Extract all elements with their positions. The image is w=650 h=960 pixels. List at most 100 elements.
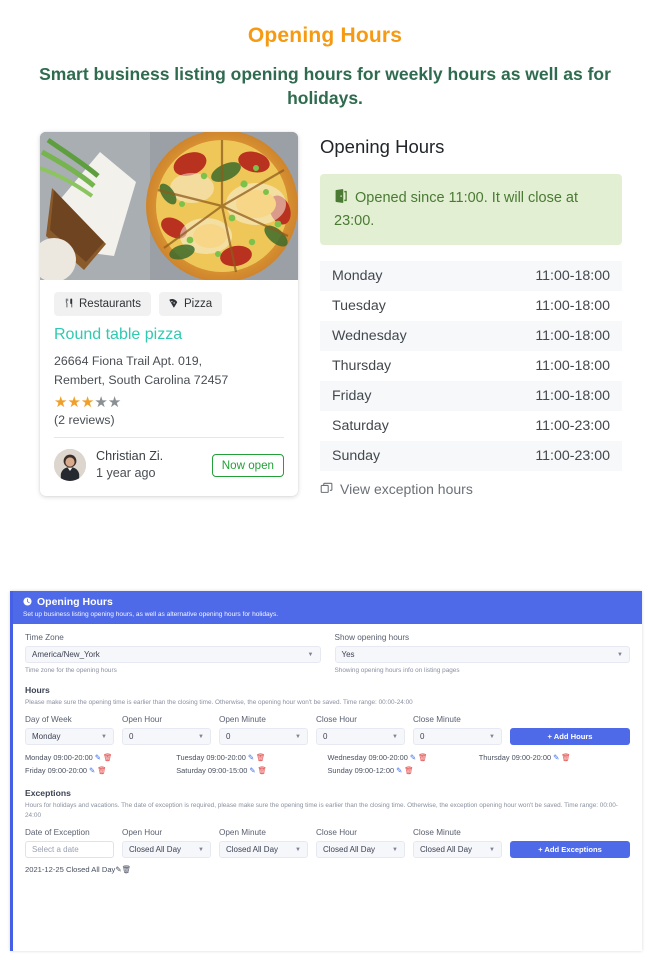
trash-icon[interactable]: 🗑 (103, 753, 112, 762)
tag-label: Restaurants (79, 298, 142, 311)
add-exceptions-button[interactable]: + Add Exceptions (510, 841, 630, 858)
trash-icon[interactable]: 🗑 (418, 753, 427, 762)
copy-icon (320, 481, 333, 497)
close-minute-select[interactable]: 0 ▼ (413, 728, 502, 746)
edit-icon[interactable]: ✎ (248, 753, 254, 762)
admin-panel-header: Opening Hours Set up business listing op… (13, 591, 642, 624)
showcase-section: Restaurants Pizza Round table pizza 2666… (0, 110, 650, 497)
review-row: Christian Zi. 1 year ago Now open (54, 448, 284, 482)
list-item: Friday 09:00-20:00 ✎ 🗑 (25, 765, 176, 778)
hero-section: Opening Hours Smart business listing ope… (0, 0, 650, 110)
edit-icon[interactable]: ✎ (553, 753, 559, 762)
add-hours-button[interactable]: + Add Hours (510, 728, 630, 746)
table-row: Thursday 11:00-18:00 (320, 351, 622, 381)
table-row: Wednesday 11:00-18:00 (320, 321, 622, 352)
list-item: Monday 09:00-20:00 ✎ 🗑 (25, 752, 176, 765)
exceptions-form-row: Date of Exception Select a date Open Hou… (25, 828, 630, 858)
exception-close-minute-select[interactable]: Closed All Day ▼ (413, 841, 502, 858)
opening-hours-title: Opening Hours (320, 136, 445, 158)
tag-label: Pizza (184, 298, 213, 311)
edit-icon[interactable]: ✎ (410, 753, 416, 762)
table-row: Friday 11:00-18:00 (320, 381, 622, 412)
show-opening-hours-select[interactable]: Yes ▼ (334, 646, 630, 663)
date-of-exception-input[interactable]: Select a date (25, 841, 114, 858)
edit-icon[interactable]: ✎ (95, 753, 101, 762)
trash-icon[interactable]: 🗑 (256, 753, 265, 762)
admin-panel-title-row: Opening Hours (23, 596, 632, 608)
date-of-exception-placeholder: Select a date (32, 845, 79, 854)
pizza-slice-icon (169, 298, 179, 310)
tag-pizza[interactable]: Pizza (159, 292, 223, 317)
table-row: Sunday 11:00-23:00 (320, 441, 622, 472)
open-minute-select[interactable]: 0 ▼ (219, 728, 308, 746)
hours-value: 11:00-18:00 (535, 328, 610, 345)
timezone-select[interactable]: America/New_York ▼ (25, 646, 321, 663)
hours-value: 11:00-18:00 (535, 388, 610, 405)
admin-panel-body: Time Zone America/New_York ▼ Time zone f… (13, 624, 642, 880)
table-row: Monday 11:00-18:00 (320, 261, 622, 292)
close-hour-select[interactable]: 0 ▼ (316, 728, 405, 746)
edit-icon[interactable]: ✎ (249, 766, 255, 775)
card-divider (54, 437, 284, 438)
exceptions-section-note: Hours for holidays and vacations. The da… (25, 802, 618, 819)
chevron-down-icon: ▼ (392, 733, 398, 740)
chevron-down-icon: ▼ (307, 651, 314, 658)
exception-close-hour-select[interactable]: Closed All Day ▼ (316, 841, 405, 858)
open-hour-label: Open Hour (122, 715, 163, 725)
list-item: Saturday 09:00-15:00 ✎ 🗑 (176, 765, 327, 778)
table-row: Saturday 11:00-23:00 (320, 411, 622, 441)
exception-open-hour-group: Open Hour Closed All Day ▼ (122, 828, 211, 858)
star-filled: ★ (54, 393, 68, 411)
day-label: Thursday (332, 358, 392, 375)
exception-open-minute-label: Open Minute (219, 828, 266, 837)
day-of-week-value: Monday (32, 732, 61, 742)
edit-icon[interactable]: ✎ (396, 766, 402, 775)
view-exception-hours-link[interactable]: View exception hours (320, 481, 622, 497)
hours-entry-label: Sunday 09:00-12:00 (327, 765, 395, 775)
close-minute-group: Close Minute 0 ▼ (413, 715, 502, 746)
tag-restaurants[interactable]: Restaurants (54, 292, 152, 317)
listing-card-body: Restaurants Pizza Round table pizza 2666… (40, 280, 298, 496)
open-hour-select[interactable]: 0 ▼ (122, 728, 211, 746)
trash-icon[interactable]: 🗑 (258, 766, 267, 775)
day-label: Wednesday (332, 328, 407, 345)
view-exception-hours-label: View exception hours (340, 481, 473, 498)
utensils-icon (64, 298, 74, 310)
weekly-hours-table: Monday 11:00-18:00 Tuesday 11:00-18:00 W… (320, 261, 622, 472)
exception-close-minute-group: Close Minute Closed All Day ▼ (413, 828, 502, 858)
close-hour-value: 0 (323, 732, 328, 742)
day-of-week-select[interactable]: Monday ▼ (25, 728, 114, 746)
settings-row: Time Zone America/New_York ▼ Time zone f… (25, 633, 630, 674)
exception-entry-label: 2021-12-25 Closed All Day (25, 865, 116, 874)
exception-close-minute-value: Closed All Day (420, 845, 473, 854)
trash-icon[interactable]: 🗑 (404, 766, 413, 775)
avatar (54, 449, 86, 481)
star-empty: ★ (94, 393, 108, 411)
page-root: Opening Hours Smart business listing ope… (0, 0, 650, 960)
star-filled: ★ (80, 393, 95, 411)
open-hour-group: Open Hour 0 ▼ (122, 715, 211, 746)
day-of-week-label: Day of Week (25, 715, 72, 725)
close-hour-label: Close Hour (316, 715, 357, 725)
trash-icon[interactable]: 🗑 (561, 753, 570, 762)
trash-icon[interactable]: 🗑 (122, 865, 132, 874)
show-opening-hours-value: Yes (341, 650, 355, 659)
review-meta: Christian Zi. 1 year ago (96, 448, 202, 482)
listing-tags: Restaurants Pizza (54, 292, 284, 317)
chevron-down-icon: ▼ (101, 733, 107, 740)
review-author: Christian Zi. (96, 449, 164, 463)
listing-card[interactable]: Restaurants Pizza Round table pizza 2666… (40, 132, 298, 496)
chevron-down-icon: ▼ (489, 846, 495, 853)
exception-close-hour-value: Closed All Day (323, 845, 376, 854)
chevron-down-icon: ▼ (295, 846, 301, 853)
hours-entry-label: Monday 09:00-20:00 (25, 753, 93, 763)
review-count: (2 reviews) (54, 413, 115, 427)
hours-entries-list: Monday 09:00-20:00 ✎ 🗑 Tuesday 09:00-20:00… (25, 752, 630, 777)
list-item: Sunday 09:00-12:00 ✎ 🗑 (328, 765, 479, 778)
listing-name[interactable]: Round table pizza (54, 326, 284, 344)
trash-icon[interactable]: 🗑 (97, 766, 106, 775)
exception-open-hour-select[interactable]: Closed All Day ▼ (122, 841, 211, 858)
edit-icon[interactable]: ✎ (89, 766, 95, 775)
chevron-down-icon: ▼ (392, 846, 398, 853)
exception-open-minute-select[interactable]: Closed All Day ▼ (219, 841, 308, 858)
